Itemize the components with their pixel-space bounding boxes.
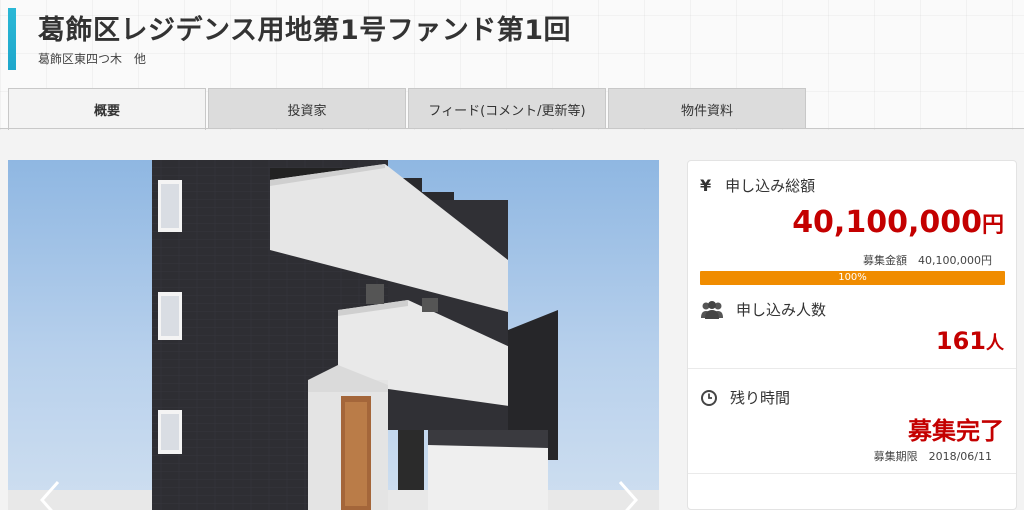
carousel-next-button[interactable] (616, 480, 646, 510)
tab-overview[interactable]: 概要 (8, 88, 206, 130)
clock-icon (701, 389, 717, 406)
funding-progress-bar: 100% (700, 271, 1005, 285)
yen-icon: ¥ (700, 176, 712, 195)
tab-investors[interactable]: 投資家 (208, 88, 406, 129)
target-amount-label: 募集金額 (863, 254, 908, 267)
total-amount-value: 40,100,000円 (792, 205, 1004, 240)
deadline-row: 募集期限 2018/06/11 (874, 448, 992, 464)
time-label: 残り時間 (730, 389, 791, 407)
deadline-label: 募集期限 (873, 450, 918, 463)
campaign-status: 募集完了 (908, 417, 1004, 445)
applicants-count: 161 (935, 327, 986, 355)
total-amount-label-row: ¥ 申し込み総額 (700, 175, 815, 196)
page-title: 葛飾区レジデンス用地第1号ファンド第1回 (38, 15, 572, 46)
target-amount-value: 40,100,000円 (918, 254, 992, 267)
deadline-value: 2018/06/11 (928, 450, 992, 463)
title-accent-bar (8, 8, 16, 70)
time-label-row: 残り時間 (700, 387, 790, 408)
panel-divider (688, 368, 1016, 369)
funding-summary-panel: ¥ 申し込み総額 40,100,000円 募集金額 40,100,000円 10… (687, 160, 1017, 510)
total-amount-number: 40,100,000 (792, 205, 982, 240)
panel-divider-bottom (688, 473, 1016, 474)
total-amount-unit: 円 (981, 213, 1004, 238)
chevron-left-icon (39, 481, 60, 510)
target-amount-row: 募集金額 40,100,000円 (863, 252, 992, 268)
chevron-right-icon (618, 481, 639, 510)
tab-feed[interactable]: フィード(コメント/更新等) (408, 88, 606, 129)
property-location: 葛飾区東四つ木 他 (38, 52, 147, 66)
applicants-label: 申し込み人数 (736, 301, 827, 319)
tab-documents[interactable]: 物件資料 (608, 88, 806, 129)
total-amount-label: 申し込み総額 (725, 177, 816, 195)
users-icon (701, 300, 723, 319)
page-header: 葛飾区レジデンス用地第1号ファンド第1回 葛飾区東四つ木 他 概要 投資家 フィ… (0, 0, 1024, 130)
tab-underline (0, 128, 1024, 129)
funding-progress-text: 100% (838, 272, 867, 283)
carousel-prev-button[interactable] (38, 480, 68, 510)
applicants-value: 161人 (936, 327, 1004, 355)
property-image-carousel[interactable] (8, 160, 659, 510)
tab-bar: 概要 投資家 フィード(コメント/更新等) 物件資料 (8, 88, 808, 130)
applicants-label-row: 申し込み人数 (700, 299, 826, 320)
applicants-unit: 人 (986, 333, 1004, 354)
building-rendering (8, 160, 659, 510)
